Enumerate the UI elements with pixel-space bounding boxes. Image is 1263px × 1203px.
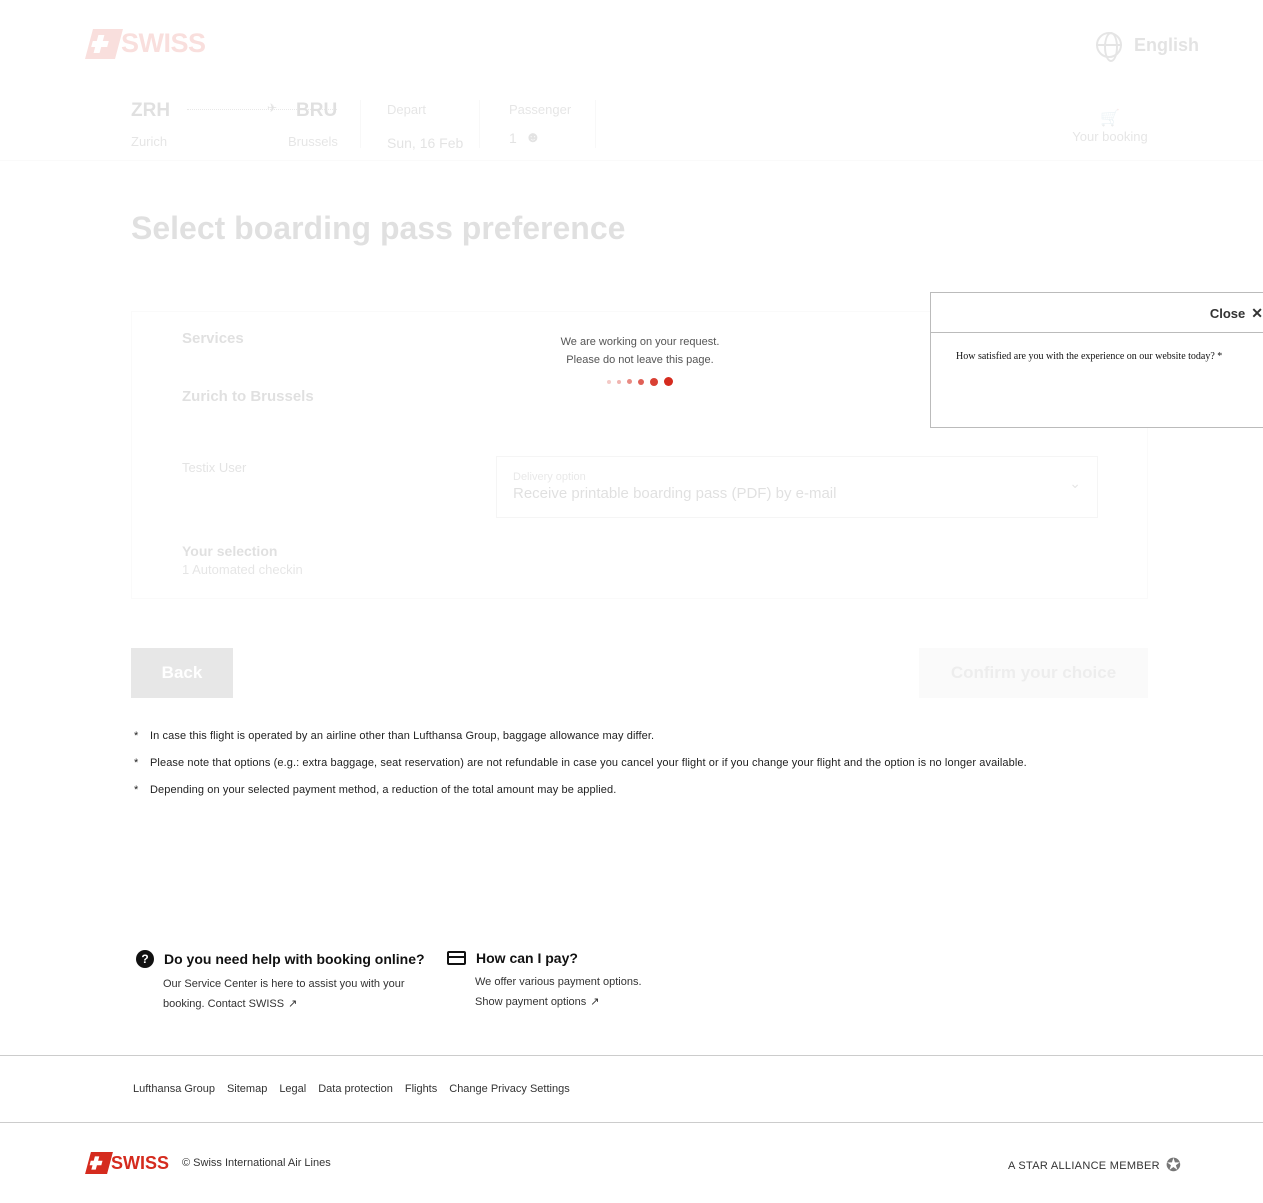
note-text: Please note that options (e.g.: extra ba… [150,757,1027,769]
selection-title: Your selection [182,543,278,559]
route-title: Zurich to Brussels [182,388,314,405]
booking-help-title: Do you need help with booking online? [164,951,425,967]
loading-indicator: We are working on your request. Please d… [520,333,760,386]
loading-dot [664,377,673,386]
footer-link-lufthansa-group[interactable]: Lufthansa Group [133,1083,215,1095]
depart-label: Depart [387,102,427,117]
footer-divider [0,1122,1263,1123]
delivery-option-select[interactable]: Delivery option Receive printable boardi… [496,456,1098,518]
footer-brand-name: SWISS [111,1152,170,1173]
language-selector[interactable]: English [1096,32,1200,62]
depart-date: Sun, 16 Feb [387,135,464,151]
brand-name: SWISS [121,28,206,58]
itinerary-summary: ZRH Zurich ✈ BRU Brussels Depart Sun, 16… [131,100,731,156]
loading-message: We are working on your request. [560,336,720,348]
person-icon: ☻ [525,129,541,146]
survey-header: Close ✕ [931,293,1263,333]
note-item: * Please note that options (e.g.: extra b… [134,757,1027,769]
back-button[interactable]: Back [131,648,233,698]
payment-help-text: We offer various payment options. [475,976,642,988]
passenger-name: Testix User [182,460,247,475]
notes-list: * In case this flight is operated by an a… [134,730,1134,811]
close-label: Close [1209,306,1246,321]
divider [595,100,596,148]
alliance-label: A STAR ALLIANCE MEMBER [1008,1159,1160,1172]
booking-help-section: ? Do you need help with booking online? … [136,950,436,1014]
cart-icon: 🛒 [1100,110,1120,127]
payment-help-title: How can I pay? [476,950,578,966]
footer-links: Lufthansa Group Sitemap Legal Data prote… [133,1083,570,1095]
divider [360,100,361,148]
survey-question: How satisfied are you with the experienc… [956,351,1223,362]
external-link-icon: ↗ [288,998,298,1010]
passenger-label: Passenger [509,102,572,117]
star-alliance-icon: ✪ [1165,1155,1182,1175]
passenger-count: 1 [509,130,517,146]
survey-popup: Close ✕ How satisfied are you with the e… [930,292,1263,428]
star-alliance-badge: A STAR ALLIANCE MEMBER ✪ [1008,1155,1181,1176]
swiss-flag-icon [85,28,123,59]
swiss-flag-icon [85,1152,113,1174]
your-booking-label: Your booking [1072,129,1148,144]
footer-swiss-logo[interactable]: SWISS [85,1152,169,1174]
page-title: Select boarding pass preference [131,210,626,246]
your-booking-button[interactable]: 🛒 Your booking [1070,108,1150,146]
footer-link-data-protection[interactable]: Data protection [318,1083,393,1095]
note-item: * Depending on your selected payment meth… [134,784,617,796]
globe-icon [1096,32,1122,62]
footer-link-legal[interactable]: Legal [279,1083,306,1095]
show-payment-options-link[interactable]: Show payment options [475,996,586,1008]
contact-swiss-link[interactable]: Contact SWISS [208,998,284,1010]
delivery-option-label: Delivery option [513,471,586,483]
footer-divider [0,1055,1263,1056]
loading-dots [520,377,760,386]
delivery-option-value: Receive printable boarding pass (PDF) by… [513,485,837,502]
destination-code: BRU [296,100,338,121]
payment-help-section: How can I pay? We offer various payment … [447,950,707,1012]
copyright: © Swiss International Air Lines [182,1157,331,1169]
credit-card-icon [447,951,466,965]
selection-value: 1 Automated checkin [182,562,303,577]
question-icon: ? [136,950,154,968]
note-item: * In case this flight is operated by an a… [134,730,655,742]
plane-icon: ✈ [267,101,278,115]
footer-link-privacy-settings[interactable]: Change Privacy Settings [449,1083,569,1095]
swiss-logo[interactable]: SWISS [85,28,206,59]
footer-link-sitemap[interactable]: Sitemap [227,1083,267,1095]
note-text: Depending on your selected payment metho… [150,784,617,796]
close-icon: ✕ [1251,305,1263,321]
header-divider [0,160,1263,161]
external-link-icon: ↗ [590,996,600,1008]
language-label: English [1134,34,1200,55]
footer-link-flights[interactable]: Flights [405,1083,437,1095]
confirm-button[interactable]: Confirm your choice [919,648,1148,698]
loading-dot [627,379,632,384]
loading-warning: Please do not leave this page. [566,354,714,366]
chevron-down-icon: ⌄ [1069,475,1081,491]
loading-dot [638,378,644,385]
note-text: In case this flight is operated by an ai… [150,730,655,742]
services-title: Services [182,330,244,347]
close-survey-button[interactable]: Close ✕ [1210,305,1263,322]
loading-dot [650,377,658,386]
loading-dot [607,379,611,384]
destination-city: Brussels [288,134,338,149]
origin-city: Zurich [131,134,168,149]
loading-dot [617,379,621,384]
origin-code: ZRH [131,100,171,121]
divider [479,100,480,148]
